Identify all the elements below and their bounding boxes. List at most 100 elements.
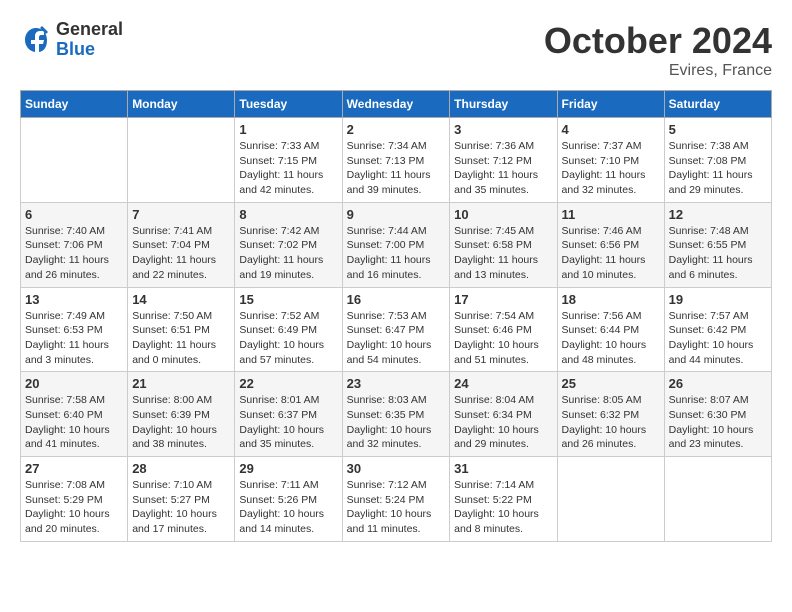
weekday-header-row: SundayMondayTuesdayWednesdayThursdayFrid… (21, 91, 772, 118)
calendar-table: SundayMondayTuesdayWednesdayThursdayFrid… (20, 90, 772, 542)
day-info: Sunrise: 7:34 AM Sunset: 7:13 PM Dayligh… (347, 139, 446, 198)
day-cell: 31 Sunrise: 7:14 AM Sunset: 5:22 PM Dayli… (450, 457, 557, 542)
day-cell: 25 Sunrise: 8:05 AM Sunset: 6:32 PM Dayli… (557, 372, 664, 457)
day-info: Sunrise: 8:04 AM Sunset: 6:34 PM Dayligh… (454, 393, 552, 452)
week-row-4: 20Sunrise: 7:58 AM Sunset: 6:40 PM Dayli… (21, 372, 772, 457)
day-cell (128, 118, 235, 203)
weekday-header-monday: Monday (128, 91, 235, 118)
day-cell: 15Sunrise: 7:52 AM Sunset: 6:49 PM Dayli… (235, 287, 342, 372)
day-number: 13 (25, 292, 123, 307)
day-info: Sunrise: 7:08 AM Sunset: 5:29 PM Dayligh… (25, 478, 123, 537)
day-info: Sunrise: 7:42 AM Sunset: 7:02 PM Dayligh… (239, 224, 337, 283)
day-cell: 11Sunrise: 7:46 AM Sunset: 6:56 PM Dayli… (557, 202, 664, 287)
month-title: October 2024 (544, 20, 772, 62)
day-info: Sunrise: 7:44 AM Sunset: 7:00 PM Dayligh… (347, 224, 446, 283)
day-info: Sunrise: 7:38 AM Sunset: 7:08 PM Dayligh… (669, 139, 767, 198)
day-cell: 3 Sunrise: 7:36 AM Sunset: 7:12 PM Daylig… (450, 118, 557, 203)
location: Evires, France (544, 62, 772, 80)
day-cell (21, 118, 128, 203)
day-info: Sunrise: 7:36 AM Sunset: 7:12 PM Dayligh… (454, 139, 552, 198)
day-number: 14 (132, 292, 230, 307)
day-info: Sunrise: 7:48 AM Sunset: 6:55 PM Dayligh… (669, 224, 767, 283)
day-info: Sunrise: 7:54 AM Sunset: 6:46 PM Dayligh… (454, 309, 552, 368)
day-number: 2 (347, 122, 446, 137)
day-info: Sunrise: 8:01 AM Sunset: 6:37 PM Dayligh… (239, 393, 337, 452)
day-number: 26 (669, 376, 767, 391)
day-number: 19 (669, 292, 767, 307)
day-cell: 1Sunrise: 7:33 AM Sunset: 7:15 PM Daylig… (235, 118, 342, 203)
day-cell: 23 Sunrise: 8:03 AM Sunset: 6:35 PM Dayli… (342, 372, 450, 457)
day-cell: 6 Sunrise: 7:40 AM Sunset: 7:06 PM Daylig… (21, 202, 128, 287)
day-number: 28 (132, 461, 230, 476)
day-info: Sunrise: 7:40 AM Sunset: 7:06 PM Dayligh… (25, 224, 123, 283)
day-info: Sunrise: 8:00 AM Sunset: 6:39 PM Dayligh… (132, 393, 230, 452)
weekday-header-sunday: Sunday (21, 91, 128, 118)
day-cell: 24Sunrise: 8:04 AM Sunset: 6:34 PM Dayli… (450, 372, 557, 457)
day-info: Sunrise: 7:37 AM Sunset: 7:10 PM Dayligh… (562, 139, 660, 198)
day-info: Sunrise: 7:57 AM Sunset: 6:42 PM Dayligh… (669, 309, 767, 368)
day-cell: 16Sunrise: 7:53 AM Sunset: 6:47 PM Dayli… (342, 287, 450, 372)
day-number: 3 (454, 122, 552, 137)
day-number: 18 (562, 292, 660, 307)
day-cell: 8 Sunrise: 7:42 AM Sunset: 7:02 PM Daylig… (235, 202, 342, 287)
day-info: Sunrise: 7:53 AM Sunset: 6:47 PM Dayligh… (347, 309, 446, 368)
day-cell: 30 Sunrise: 7:12 AM Sunset: 5:24 PM Dayli… (342, 457, 450, 542)
day-info: Sunrise: 7:41 AM Sunset: 7:04 PM Dayligh… (132, 224, 230, 283)
day-info: Sunrise: 7:52 AM Sunset: 6:49 PM Dayligh… (239, 309, 337, 368)
logo-general: General (56, 20, 123, 40)
day-number: 11 (562, 207, 660, 222)
day-cell: 2 Sunrise: 7:34 AM Sunset: 7:13 PM Daylig… (342, 118, 450, 203)
weekday-header-saturday: Saturday (664, 91, 771, 118)
day-number: 29 (239, 461, 337, 476)
week-row-5: 27 Sunrise: 7:08 AM Sunset: 5:29 PM Dayli… (21, 457, 772, 542)
day-number: 8 (239, 207, 337, 222)
day-cell (557, 457, 664, 542)
day-info: Sunrise: 7:12 AM Sunset: 5:24 PM Dayligh… (347, 478, 446, 537)
week-row-2: 6 Sunrise: 7:40 AM Sunset: 7:06 PM Daylig… (21, 202, 772, 287)
day-info: Sunrise: 8:03 AM Sunset: 6:35 PM Dayligh… (347, 393, 446, 452)
logo: General Blue (20, 20, 123, 60)
day-cell: 12Sunrise: 7:48 AM Sunset: 6:55 PM Dayli… (664, 202, 771, 287)
day-cell: 20Sunrise: 7:58 AM Sunset: 6:40 PM Dayli… (21, 372, 128, 457)
day-number: 1 (239, 122, 337, 137)
day-info: Sunrise: 8:07 AM Sunset: 6:30 PM Dayligh… (669, 393, 767, 452)
day-number: 25 (562, 376, 660, 391)
day-number: 4 (562, 122, 660, 137)
day-cell: 14 Sunrise: 7:50 AM Sunset: 6:51 PM Dayli… (128, 287, 235, 372)
day-info: Sunrise: 8:05 AM Sunset: 6:32 PM Dayligh… (562, 393, 660, 452)
week-row-1: 1Sunrise: 7:33 AM Sunset: 7:15 PM Daylig… (21, 118, 772, 203)
day-cell (664, 457, 771, 542)
day-number: 20 (25, 376, 123, 391)
day-number: 17 (454, 292, 552, 307)
weekday-header-friday: Friday (557, 91, 664, 118)
day-number: 5 (669, 122, 767, 137)
title-block: October 2024 Evires, France (544, 20, 772, 80)
logo-blue: Blue (56, 40, 123, 60)
day-number: 31 (454, 461, 552, 476)
page-header: General Blue October 2024 Evires, France (20, 20, 772, 80)
day-number: 30 (347, 461, 446, 476)
day-number: 7 (132, 207, 230, 222)
weekday-header-tuesday: Tuesday (235, 91, 342, 118)
day-info: Sunrise: 7:11 AM Sunset: 5:26 PM Dayligh… (239, 478, 337, 537)
logo-text: General Blue (56, 20, 123, 60)
day-info: Sunrise: 7:10 AM Sunset: 5:27 PM Dayligh… (132, 478, 230, 537)
day-info: Sunrise: 7:56 AM Sunset: 6:44 PM Dayligh… (562, 309, 660, 368)
day-cell: 10Sunrise: 7:45 AM Sunset: 6:58 PM Dayli… (450, 202, 557, 287)
day-number: 23 (347, 376, 446, 391)
day-number: 9 (347, 207, 446, 222)
day-info: Sunrise: 7:50 AM Sunset: 6:51 PM Dayligh… (132, 309, 230, 368)
day-cell: 21Sunrise: 8:00 AM Sunset: 6:39 PM Dayli… (128, 372, 235, 457)
day-info: Sunrise: 7:14 AM Sunset: 5:22 PM Dayligh… (454, 478, 552, 537)
day-cell: 19 Sunrise: 7:57 AM Sunset: 6:42 PM Dayli… (664, 287, 771, 372)
weekday-header-wednesday: Wednesday (342, 91, 450, 118)
day-cell: 17 Sunrise: 7:54 AM Sunset: 6:46 PM Dayli… (450, 287, 557, 372)
day-cell: 22Sunrise: 8:01 AM Sunset: 6:37 PM Dayli… (235, 372, 342, 457)
day-cell: 27 Sunrise: 7:08 AM Sunset: 5:29 PM Dayli… (21, 457, 128, 542)
day-number: 27 (25, 461, 123, 476)
day-info: Sunrise: 7:49 AM Sunset: 6:53 PM Dayligh… (25, 309, 123, 368)
week-row-3: 13 Sunrise: 7:49 AM Sunset: 6:53 PM Dayli… (21, 287, 772, 372)
day-cell: 29 Sunrise: 7:11 AM Sunset: 5:26 PM Dayli… (235, 457, 342, 542)
day-cell: 9 Sunrise: 7:44 AM Sunset: 7:00 PM Daylig… (342, 202, 450, 287)
day-number: 6 (25, 207, 123, 222)
